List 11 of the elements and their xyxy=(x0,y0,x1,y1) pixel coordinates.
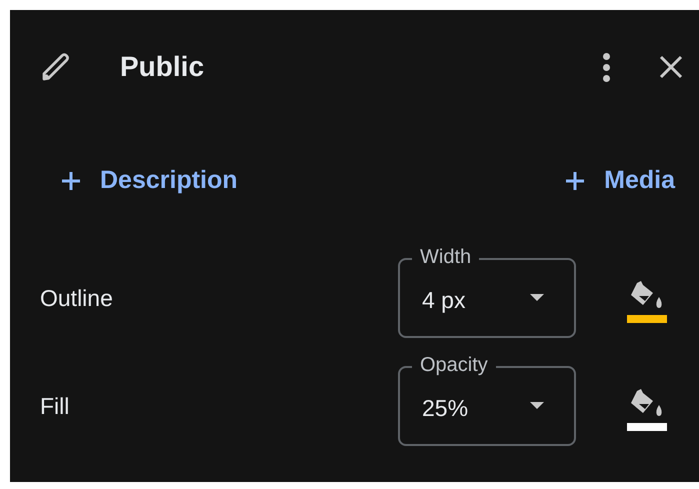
style-label: Outline xyxy=(40,284,114,313)
field-value: 4 px xyxy=(422,286,466,315)
dropdown-caret-icon xyxy=(530,402,544,410)
field-value: 25% xyxy=(422,394,468,423)
panel-title: Public xyxy=(120,50,204,84)
plus-icon xyxy=(60,170,82,192)
plus-icon xyxy=(564,170,586,192)
add-link[interactable]: Description xyxy=(60,162,238,200)
style-label: Fill xyxy=(40,392,70,421)
add-link[interactable]: Media xyxy=(564,162,675,200)
dropdown-caret-icon xyxy=(530,294,544,302)
